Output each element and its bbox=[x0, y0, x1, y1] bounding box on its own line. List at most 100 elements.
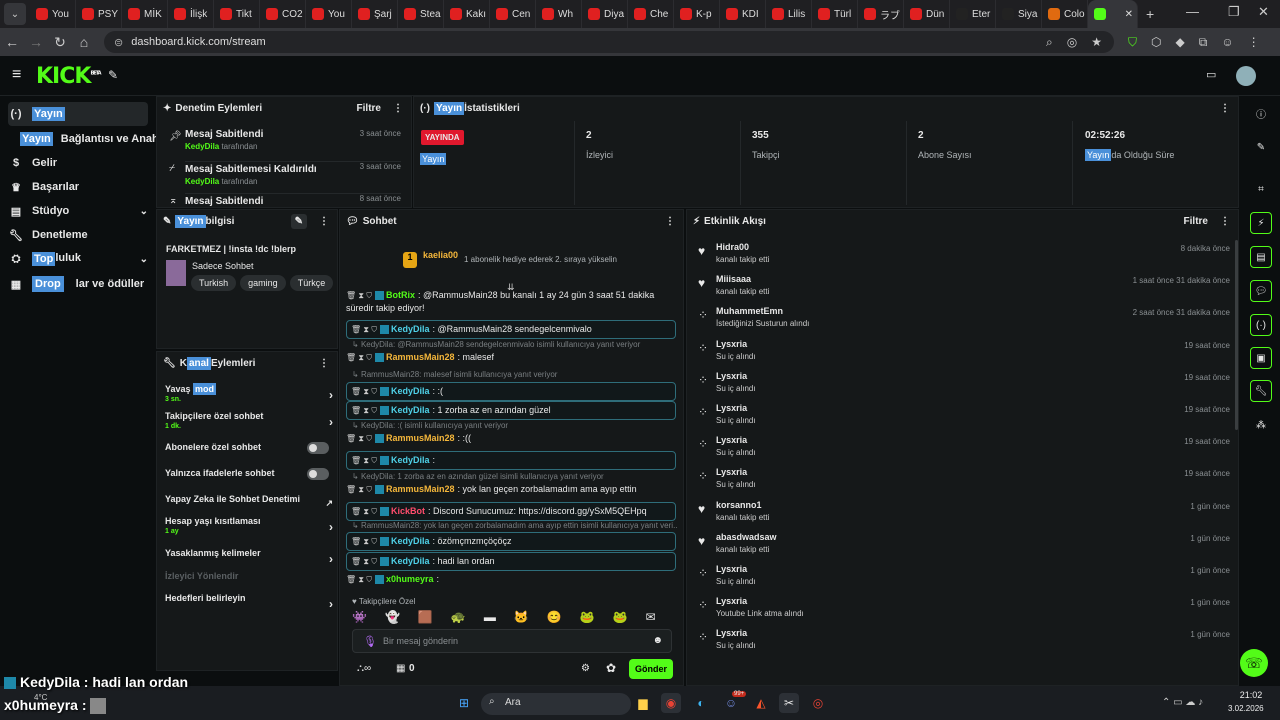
toggle-switch[interactable] bbox=[307, 442, 329, 454]
profile-avatar[interactable]: ☺ bbox=[1221, 35, 1233, 49]
activity-item[interactable]: ⁘ Lysxria Youtube Link atma alındı 1 gün ön… bbox=[698, 596, 1230, 626]
subscribers-only-setting[interactable]: Abonelere özel sohbet bbox=[165, 442, 333, 454]
emote-only-setting[interactable]: Yalnızca ifadelerle sohbet bbox=[165, 468, 333, 480]
goals-setting[interactable]: Hedefleri belirleyin › bbox=[165, 593, 333, 611]
chat-message[interactable]: 🗑 ⧗ ⛉ KedyDila: :( bbox=[346, 382, 676, 401]
crop-icon[interactable]: ⌗ bbox=[1250, 178, 1272, 200]
mod-tools-icon[interactable]: 🗑 ⧗ ⛉ bbox=[346, 353, 372, 362]
activity-item[interactable]: ⁘ Lysxria Su iç alındı 19 saat önce bbox=[698, 467, 1230, 497]
browser-tab[interactable]: İlişk bbox=[168, 0, 214, 28]
browser-tab[interactable]: KDI bbox=[720, 0, 766, 28]
browser-tab[interactable]: Lilis bbox=[766, 0, 812, 28]
chat-username[interactable]: KickBot bbox=[391, 506, 425, 516]
banned-words-setting[interactable]: Yasaklanmış kelimeler › bbox=[165, 548, 333, 566]
nav-revenue[interactable]: $ Gelir bbox=[8, 151, 148, 175]
chat-username[interactable]: KedyDila bbox=[391, 324, 430, 334]
activity-user[interactable]: Lysxria bbox=[716, 467, 747, 477]
more-icon[interactable]: ⋮ bbox=[1220, 103, 1230, 114]
browser-tab[interactable]: K-p bbox=[674, 0, 720, 28]
mod-log-icon[interactable]: ▤ bbox=[1250, 246, 1272, 268]
browser-tab[interactable]: Siya bbox=[996, 0, 1042, 28]
browser-tab[interactable]: Cen bbox=[490, 0, 536, 28]
activity-user[interactable]: MuhammetEmn bbox=[716, 306, 783, 316]
zoom-icon[interactable]: ⌕ bbox=[1046, 35, 1053, 50]
chat-username[interactable]: RammusMain28 bbox=[386, 484, 455, 494]
mod-tools-icon[interactable]: 🗑 ⧗ ⛉ bbox=[351, 325, 377, 334]
followers-only-setting[interactable]: Takipçilere özel sohbet 1 dk. › bbox=[165, 411, 333, 430]
active-browser-tab[interactable]: ✕ bbox=[1088, 0, 1138, 28]
hamburger-icon[interactable]: ≡ bbox=[12, 66, 21, 84]
info-toggle-icon[interactable]: ▣ bbox=[1250, 347, 1272, 369]
browser-tab[interactable]: Wh bbox=[536, 0, 582, 28]
back-icon[interactable]: ← bbox=[0, 34, 24, 50]
chat-message[interactable]: 🗑 ⧗ ⛉ KedyDila: bbox=[346, 451, 676, 470]
scrollbar[interactable] bbox=[1235, 240, 1238, 430]
mod-tools-icon[interactable]: 🗑 ⧗ ⛉ bbox=[351, 557, 377, 566]
browser-tab[interactable]: You bbox=[306, 0, 352, 28]
activity-user[interactable]: Lysxria bbox=[716, 371, 747, 381]
browser-tab[interactable]: PSY bbox=[76, 0, 122, 28]
chat-toggle-icon[interactable]: 💬︎ bbox=[1250, 280, 1272, 302]
chat-message[interactable]: 🗑 ⧗ ⛉ RammusMain28: yok lan geçen zorbala… bbox=[346, 483, 676, 496]
activity-user[interactable]: Lysxria bbox=[716, 564, 747, 574]
close-window-icon[interactable]: ✕ bbox=[1258, 4, 1269, 20]
tag[interactable]: Türkçe bbox=[289, 275, 334, 291]
chat-username[interactable]: KedyDila bbox=[391, 455, 430, 465]
activity-user[interactable]: Lysxria bbox=[716, 596, 747, 606]
actions-toggle-icon[interactable]: 🔧︎ bbox=[1250, 380, 1272, 402]
send-button[interactable]: Gönder bbox=[629, 659, 673, 679]
browser-tab[interactable]: Eter bbox=[950, 0, 996, 28]
pencil-icon[interactable]: ✎ bbox=[1250, 136, 1272, 158]
brave-icon[interactable]: ◭ bbox=[751, 693, 771, 713]
mod-tools-icon[interactable]: 🗑 ⧗ ⛉ bbox=[351, 387, 377, 396]
browser-tab[interactable]: Şarj bbox=[352, 0, 398, 28]
more-icon[interactable]: ⋮ bbox=[393, 103, 403, 114]
browser-tab[interactable]: ラブ bbox=[858, 0, 904, 28]
more-icon[interactable]: ⋮ bbox=[1220, 216, 1230, 227]
shield-extension-icon[interactable]: ⛉ bbox=[1128, 35, 1137, 50]
tag[interactable]: Turkish bbox=[191, 275, 237, 291]
edge-icon[interactable]: ◐ bbox=[691, 693, 711, 713]
url-field[interactable]: ⊜ dashboard.kick.com/stream ⌕ ◎ ★ bbox=[104, 31, 1114, 53]
browser-tab[interactable]: MİK bbox=[122, 0, 168, 28]
mod-tools-icon[interactable]: 🗑 ⧗ ⛉ bbox=[346, 291, 372, 300]
activity-item[interactable]: ⁘ Lysxria Su iç alındı 19 saat önce bbox=[698, 435, 1230, 465]
file-explorer-icon[interactable]: ▆ bbox=[633, 693, 653, 713]
activity-item[interactable]: ⁘ Lysxria Su iç alındı 19 saat önce bbox=[698, 403, 1230, 433]
browser-tab[interactable]: CO2 bbox=[260, 0, 306, 28]
activity-user[interactable]: Lysxria bbox=[716, 435, 747, 445]
nav-drops[interactable]: ▦ Drop lar ve ödüller bbox=[8, 272, 148, 296]
chrome-icon[interactable]: ◉ bbox=[661, 693, 681, 713]
user-avatar[interactable] bbox=[1236, 66, 1256, 86]
mod-tools-icon[interactable]: 🗑 ⧗ ⛉ bbox=[346, 485, 372, 494]
activity-toggle-icon[interactable]: ⚡︎ bbox=[1250, 212, 1272, 234]
nav-achievements[interactable]: ♛ Başarılar bbox=[8, 175, 148, 199]
close-tab-icon[interactable]: ✕ bbox=[1125, 9, 1133, 20]
chat-message[interactable]: 🗑 ⧗ ⛉ x0humeyra: bbox=[346, 573, 676, 586]
tools-icon[interactable]: ✎ bbox=[108, 68, 118, 82]
minimize-icon[interactable]: — bbox=[1186, 4, 1199, 19]
edit-icon[interactable]: ✎ bbox=[290, 213, 307, 229]
browser-tab[interactable]: Kakı bbox=[444, 0, 490, 28]
more-icon[interactable]: ⋮ bbox=[665, 216, 675, 227]
theater-icon[interactable]: ▭ bbox=[1206, 68, 1216, 81]
activity-user[interactable]: korsanno1 bbox=[716, 500, 762, 510]
chat-message[interactable]: 🗑 ⧗ ⛉ BotRix: @RammusMain28 bu kanalı 1 a… bbox=[346, 289, 676, 314]
eye-off-icon[interactable]: ◎ bbox=[1067, 35, 1077, 50]
tag[interactable]: gaming bbox=[240, 275, 286, 291]
mod-tools-icon[interactable]: 🗑 ⧗ ⛉ bbox=[346, 575, 372, 584]
new-tab-button[interactable]: + bbox=[1146, 6, 1154, 22]
reload-icon[interactable]: ↻ bbox=[48, 34, 72, 51]
pinned-user[interactable]: kaelia00 bbox=[423, 250, 458, 260]
browser-tab[interactable]: Colo bbox=[1042, 0, 1088, 28]
mod-tools-icon[interactable]: 🗑 ⧗ ⛉ bbox=[351, 507, 377, 516]
activity-item[interactable]: ⁘ Lysxria Su iç alındı 1 gün önce bbox=[698, 628, 1230, 658]
browser-tab[interactable]: Che bbox=[628, 0, 674, 28]
chat-username[interactable]: KedyDila bbox=[391, 536, 430, 546]
more-icon[interactable]: ⋮ bbox=[319, 216, 329, 227]
stream-toggle-icon[interactable]: (·) bbox=[1250, 314, 1272, 336]
filter-button[interactable]: Filtre bbox=[1184, 216, 1208, 227]
puzzle-icon[interactable]: ⧉ bbox=[1199, 35, 1208, 50]
app-icon[interactable]: ◎ bbox=[808, 693, 828, 713]
more-icon[interactable]: ⋮ bbox=[319, 358, 329, 369]
